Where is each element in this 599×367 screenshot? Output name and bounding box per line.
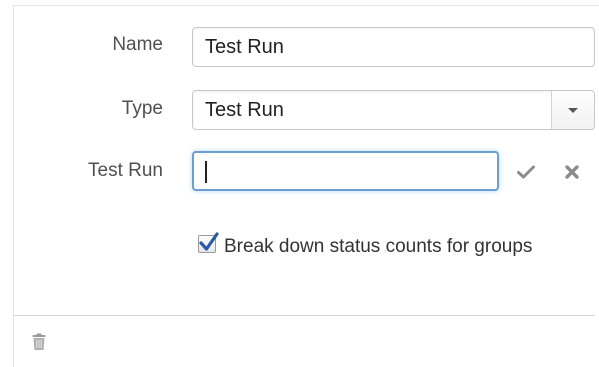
panel-left-border [13, 5, 14, 367]
widget-settings-panel: Name Test Run Type Test Run Test Run Bre… [0, 0, 599, 367]
type-select[interactable]: Test Run [192, 90, 595, 130]
breakdown-checkbox[interactable] [198, 232, 219, 253]
type-select-value: Test Run [205, 99, 284, 121]
trash-icon [32, 333, 46, 350]
name-input[interactable]: Test Run [192, 27, 595, 67]
name-label: Name [112, 34, 163, 55]
footer-divider [14, 315, 595, 316]
delete-button[interactable] [32, 333, 46, 351]
type-label: Type [121, 98, 163, 119]
testrun-input[interactable] [192, 151, 499, 191]
chevron-down-icon [568, 107, 578, 113]
breakdown-label: Break down status counts for groups [224, 236, 533, 257]
confirm-button[interactable] [514, 160, 538, 184]
name-input-value: Test Run [205, 36, 284, 58]
cancel-button[interactable] [560, 160, 584, 184]
panel-top-border [14, 5, 599, 6]
close-icon [565, 165, 579, 179]
testrun-label: Test Run [88, 160, 163, 181]
text-cursor [205, 161, 207, 183]
type-select-toggle[interactable] [551, 91, 594, 129]
check-icon [517, 165, 535, 179]
breakdown-option: Break down status counts for groups [192, 229, 572, 265]
checkmark-icon [199, 232, 219, 251]
